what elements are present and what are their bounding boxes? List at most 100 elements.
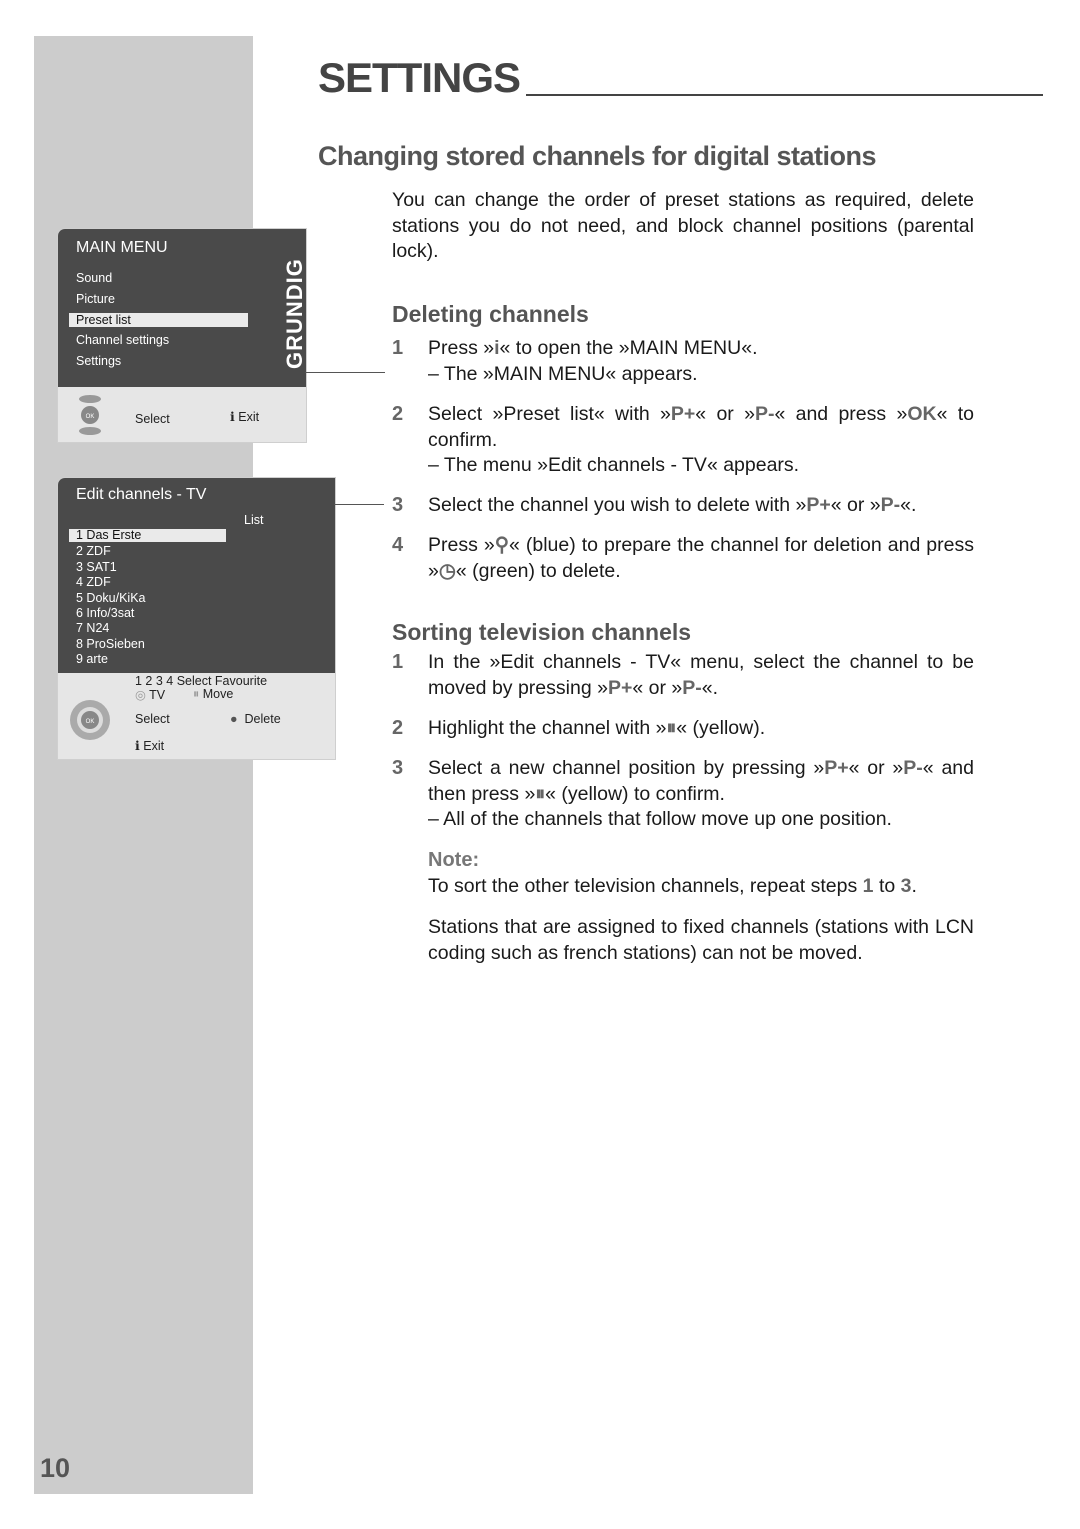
step-result: – The menu »Edit channels - TV« appears. [428, 454, 800, 476]
step-text: Press »i« to open the »MAIN MENU«. – The … [428, 336, 974, 387]
key-label: P- [880, 494, 901, 516]
step-number: 4 [392, 534, 404, 556]
connector-line [334, 504, 384, 505]
step-text: In the »Edit channels - TV« menu, select… [428, 650, 974, 701]
pause-button-icon: ⏸ [193, 687, 200, 701]
step-text-part: Highlight the channel with » [428, 717, 667, 739]
channel-list-item[interactable]: 7 N24 [76, 621, 109, 635]
step-text-part: « (yellow) to confirm. [545, 782, 725, 805]
svg-text:OK: OK [86, 719, 95, 725]
step-number: 2 [392, 403, 404, 425]
delete-hint: ● Delete [230, 712, 281, 726]
key-label: ⚲ [494, 534, 509, 556]
svg-text:OK: OK [86, 414, 95, 420]
title-rule [526, 94, 1043, 96]
note-part: To sort the other television channels, r… [428, 875, 863, 897]
edit-channels-header: Edit channels - TV List 1 Das Erste 2 ZDF… [58, 478, 335, 673]
sorting-heading: Sorting television channels [392, 619, 692, 645]
main-menu-item[interactable]: Channel settings [76, 333, 169, 347]
info-icon: ℹ︎ [135, 739, 140, 753]
step-text-part: «. [701, 676, 718, 699]
channel-list-item[interactable]: 9 arte [76, 652, 108, 666]
page-number: 10 [40, 1453, 71, 1483]
step-text: Press »⚲« (blue) to prepare the channel … [428, 533, 974, 584]
note-part: to [873, 875, 901, 897]
grundig-logo: GRUNDIG [282, 258, 307, 369]
channel-list-item[interactable]: 5 Doku/KiKa [76, 591, 145, 605]
intro-text: You can change the order of preset stati… [392, 189, 974, 262]
step-text-part: « (yellow). [676, 717, 766, 739]
step-text: Highlight the channel with »⏸« (yellow). [428, 716, 974, 742]
key-label: ◷ [438, 559, 456, 582]
key-label: P- [754, 403, 775, 425]
key-label: OK [907, 403, 937, 425]
step-text-part: Select the channel you wish to delete wi… [428, 494, 807, 516]
step-text-part: Select a new channel position by pressin… [428, 757, 825, 779]
step-text-part: Press » [428, 534, 495, 556]
edit-channels-title: Edit channels - TV [76, 486, 207, 503]
edit-select-label: Select [135, 712, 170, 726]
step-text-part: « or » [848, 757, 904, 779]
delete-hint-label: Delete [244, 712, 281, 726]
channel-list-item[interactable]: 1 Das Erste [69, 529, 226, 542]
tv-hint: ◎ TV [135, 687, 165, 702]
main-menu-item[interactable]: Preset list [69, 313, 248, 327]
move-hint: ⏸ Move [193, 687, 233, 702]
main-menu-screen: MAIN MENU Sound Picture Preset list Channel… [57, 228, 307, 443]
main-menu-item[interactable]: Sound [76, 271, 112, 285]
step-number: 2 [392, 717, 404, 739]
connector-line [305, 372, 385, 373]
step-text: Select a new channel position by pressin… [428, 756, 974, 833]
step-text-part: Select »Preset list« with » [428, 403, 671, 425]
step-text-part: « or » [695, 403, 755, 425]
key-label: P+ [670, 403, 696, 425]
main-menu-item[interactable]: Picture [76, 292, 115, 306]
note-text: To sort the other television channels, r… [428, 874, 974, 900]
channel-list-item[interactable]: 2 ZDF [76, 544, 111, 558]
note2-text: Stations that are assigned to fixed chan… [428, 916, 974, 964]
step-number: 3 [392, 757, 404, 779]
channel-list-item[interactable]: 6 Info/3sat [76, 606, 134, 620]
ok-navigation-pad-icon: OK [70, 700, 110, 740]
step-text-part: « or » [830, 494, 881, 516]
note-part: . [911, 875, 917, 897]
tv-button-icon: ◎ [135, 688, 146, 702]
main-menu-select-label: Select [135, 412, 170, 426]
note-step-ref: 1 [862, 875, 874, 897]
key-label: P- [903, 757, 923, 779]
list-column-label: List [244, 513, 264, 527]
key-label: P+ [824, 757, 849, 779]
edit-exit-label: Exit [143, 739, 165, 753]
key-label: P+ [607, 676, 633, 699]
step-text-part: « to open the »MAIN MENU«. [499, 337, 758, 359]
edit-channels-screen: Edit channels - TV List 1 Das Erste 2 ZDF… [57, 477, 336, 760]
key-label: ⏸ [535, 782, 546, 805]
step-text: Select the channel you wish to delete wi… [428, 493, 974, 519]
edit-exit: ℹ︎ Exit [135, 738, 164, 753]
main-menu-item[interactable]: Settings [76, 354, 121, 368]
channel-list-item[interactable]: 4 ZDF [76, 575, 111, 589]
section-title: SETTINGS [318, 54, 521, 101]
channel-list-item[interactable]: 8 ProSieben [76, 637, 145, 651]
ok-navigation-pad-icon: OK [79, 395, 101, 435]
blue-button-icon: ● [230, 712, 238, 726]
tv-hint-label: TV [149, 688, 166, 702]
key-label: P- [682, 676, 702, 699]
step-text-part: « and press » [774, 403, 908, 425]
step-number: 1 [392, 337, 404, 359]
main-menu-exit: ℹ︎ Exit [230, 409, 259, 424]
channel-list-item[interactable]: 3 SAT1 [76, 560, 117, 574]
move-hint-label: Move [202, 687, 234, 701]
note-step-ref: 3 [900, 875, 912, 897]
main-menu-header: MAIN MENU Sound Picture Preset list Channel… [58, 229, 306, 387]
main-menu-title: MAIN MENU [76, 239, 168, 256]
step-text-part: «. [900, 494, 917, 516]
step-result: – The »MAIN MENU« appears. [428, 362, 698, 385]
step-text-part: « (green) to delete. [455, 559, 621, 582]
step-text-part: Press » [428, 337, 495, 359]
step-text-part: « or » [632, 676, 683, 699]
page-heading: Changing stored channels for digital sta… [318, 141, 877, 171]
key-label: P+ [806, 494, 831, 516]
deleting-heading: Deleting channels [392, 301, 589, 327]
key-label: ⏸ [666, 717, 677, 739]
